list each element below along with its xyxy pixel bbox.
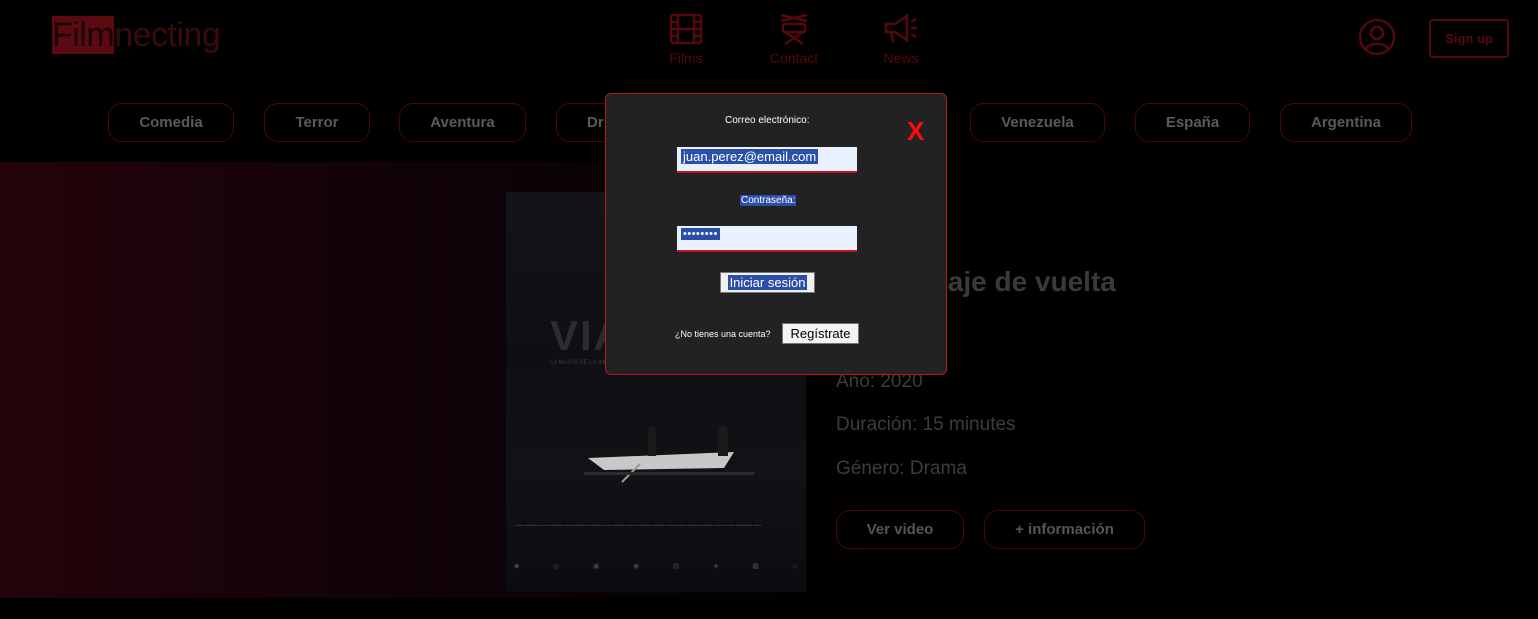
genre-chip-espana[interactable]: España <box>1135 103 1250 142</box>
nav-contact-label: Contact <box>769 50 819 66</box>
user-account-button[interactable] <box>1358 18 1396 61</box>
poster-credits: ▬▬ ▬▬▬ ▬▬ ▬▬▬▬ ▬▬ ▬▬▬ ▬▬▬▬ ▬▬ ▬▬▬ ▬▬ ▬▬▬… <box>516 522 762 527</box>
boat-illustration <box>584 426 754 483</box>
logo[interactable]: Filmnecting <box>52 16 221 55</box>
director-chair-icon <box>780 13 808 46</box>
email-value: juan.perez@email.com <box>681 149 819 164</box>
user-circle-icon <box>1358 18 1396 56</box>
nav-news[interactable]: News <box>861 12 941 66</box>
password-field[interactable]: •••••••• <box>677 226 857 252</box>
film-genre: Género: Drama <box>836 458 967 479</box>
genre-chip-aventura[interactable]: Aventura <box>399 103 526 142</box>
email-label: Correo electrónico: <box>725 115 810 126</box>
close-modal-button[interactable]: X <box>907 116 924 147</box>
no-account-text: ¿No tienes una cuenta? <box>675 329 771 339</box>
genre-chip-terror[interactable]: Terror <box>264 103 370 142</box>
film-icon <box>669 13 703 45</box>
genre-chip-venezuela[interactable]: Venezuela <box>970 103 1105 142</box>
login-button[interactable]: Iniciar sesión <box>720 272 815 293</box>
nav-contact[interactable]: Contact <box>754 12 834 66</box>
nav-films-label: Films <box>669 50 703 66</box>
nav-films[interactable]: Films <box>646 12 726 66</box>
logo-highlight: Film <box>52 16 115 54</box>
login-modal: X Correo electrónico: juan.perez@email.c… <box>605 93 947 375</box>
genre-chip-argentina[interactable]: Argentina <box>1280 103 1412 142</box>
password-value: •••••••• <box>681 228 720 240</box>
more-info-button[interactable]: + información <box>984 510 1145 549</box>
page: Filmnecting Films Contact News Sign up C… <box>0 0 1538 619</box>
genre-chip-comedia[interactable]: Comedia <box>108 103 234 142</box>
signup-button[interactable]: Sign up <box>1429 19 1509 58</box>
film-title: iaje de vuelta <box>940 266 1116 297</box>
watch-video-button[interactable]: Ver video <box>836 510 964 549</box>
poster-sponsor-logos: ◆ ◎ ▣ ◉ ▤ ◈ ▦ ◇ <box>514 563 798 570</box>
register-button[interactable]: Regístrate <box>782 323 859 344</box>
email-field[interactable]: juan.perez@email.com <box>677 147 857 173</box>
logo-rest: necting <box>114 16 221 54</box>
film-duration: Duración: 15 minutes <box>836 414 1016 435</box>
nav-news-label: News <box>883 50 919 66</box>
login-button-label: Iniciar sesión <box>727 275 808 290</box>
password-label: Contraseña: <box>740 195 797 206</box>
megaphone-icon <box>884 13 917 43</box>
